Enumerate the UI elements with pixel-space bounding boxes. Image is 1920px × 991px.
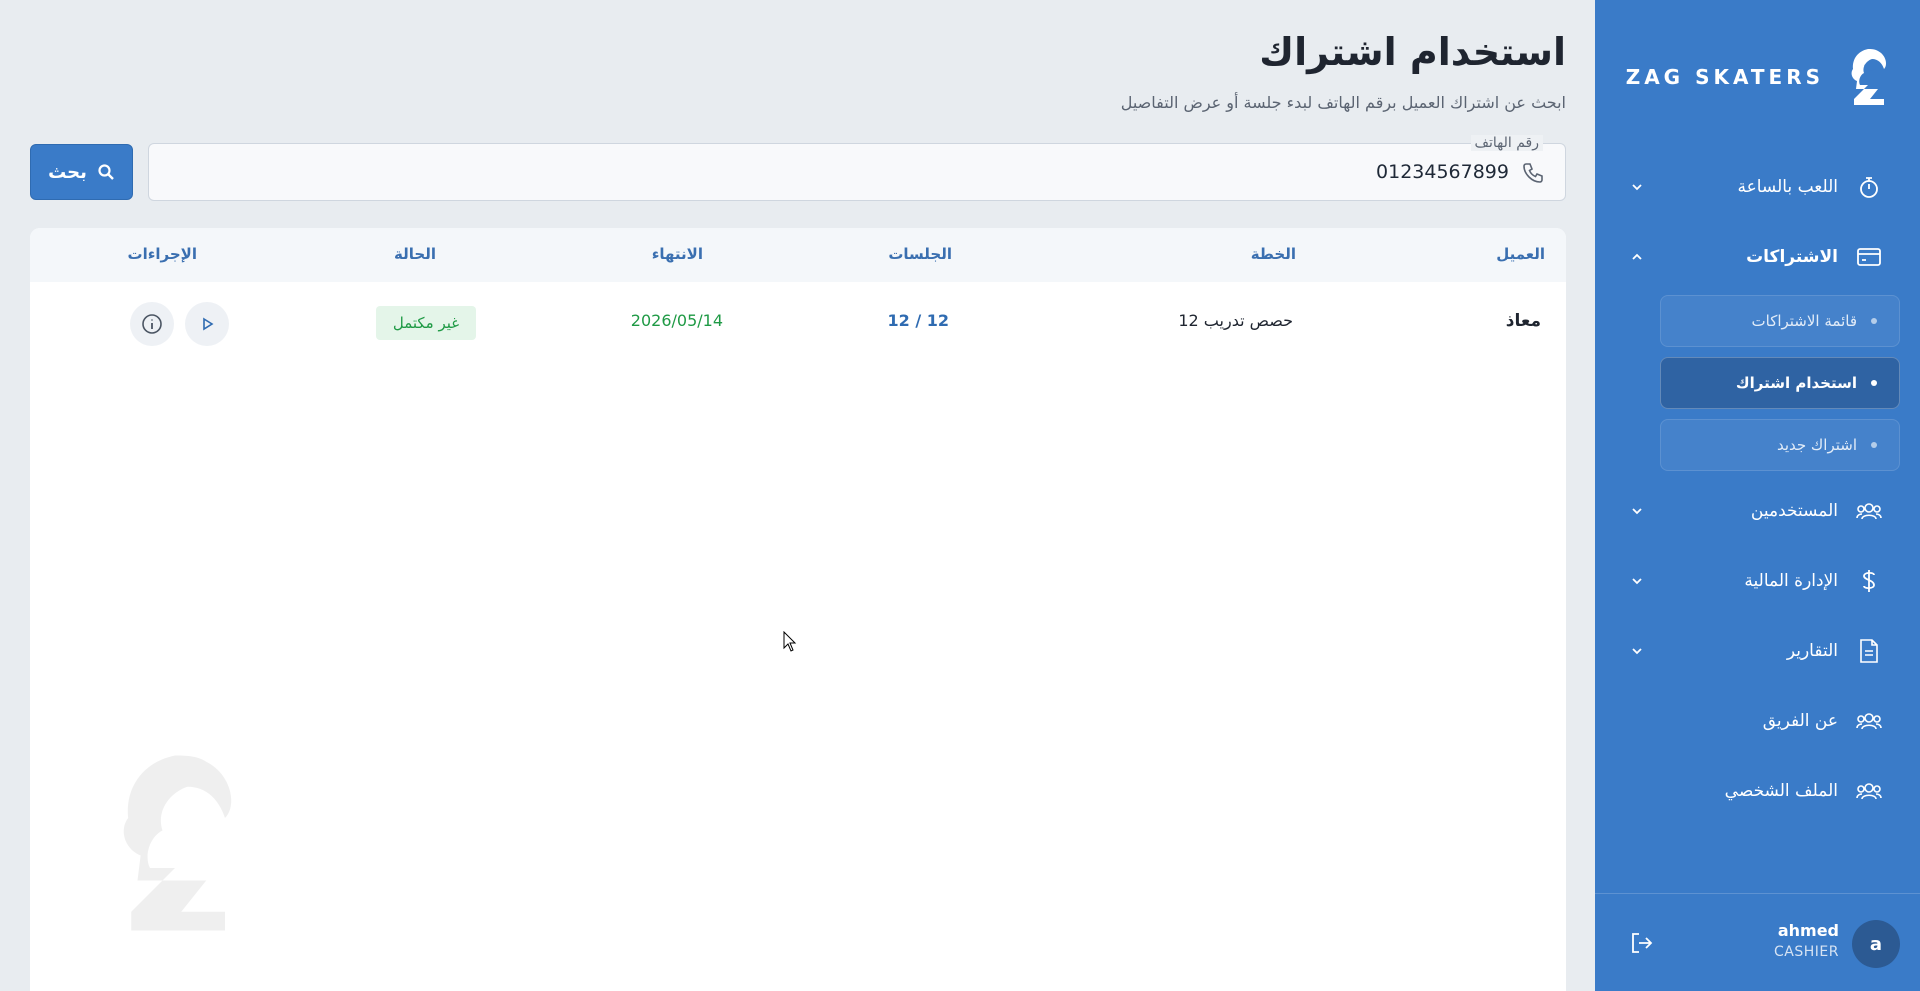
bullet-icon (1871, 442, 1877, 448)
phone-field-label: رقم الهاتف (1470, 135, 1543, 151)
column-header-sessions: الجلسات (888, 245, 952, 263)
sidebar-item-label: اللعب بالساعة (1737, 177, 1838, 197)
card-icon (1856, 244, 1882, 270)
sidebar-item-label: عن الفريق (1762, 711, 1838, 731)
sidebar-subitem-new-subscription[interactable]: اشتراك جديد (1660, 419, 1900, 471)
sidebar-subitem-subscriptions-list[interactable]: قائمة الاشتراكات (1660, 295, 1900, 347)
document-icon (1856, 638, 1882, 664)
sidebar-item-about-team[interactable]: عن الفريق (1627, 701, 1882, 741)
sidebar: ZAG SKATERS اللعب بالساعة الاشتراكات قائ… (1595, 0, 1920, 991)
search-icon (98, 164, 114, 180)
avatar[interactable]: a (1852, 920, 1900, 968)
column-header-plan: الخطة (1250, 245, 1296, 263)
sidebar-subitem-label: قائمة الاشتراكات (1751, 312, 1858, 330)
page-title: استخدام اشتراك (1259, 30, 1566, 74)
sidebar-item-label: الإدارة المالية (1744, 571, 1838, 591)
client-name: معاذ (1505, 311, 1541, 331)
sidebar-item-profile[interactable]: الملف الشخصي (1627, 771, 1882, 811)
status-badge: غير مكتمل (376, 306, 476, 340)
sidebar-item-label: المستخدمين (1750, 501, 1838, 521)
details-button[interactable] (130, 302, 174, 346)
chevron-down-icon (1627, 177, 1647, 197)
sessions-count: 12 / 12 (887, 311, 949, 330)
column-header-client: العميل (1496, 245, 1545, 263)
chevron-down-icon (1627, 571, 1647, 591)
chevron-up-icon (1627, 247, 1647, 267)
lion-logo-icon (1851, 49, 1886, 105)
users-icon (1856, 778, 1882, 804)
column-header-status: الحالة (394, 245, 436, 263)
sidebar-item-reports[interactable]: التقارير (1627, 631, 1882, 671)
plan-name: 12 حصص تدريب (1178, 311, 1293, 330)
page-subtitle: ابحث عن اشتراك العميل برقم الهاتف لبدء ج… (1120, 93, 1566, 112)
user-name: ahmed (1777, 921, 1839, 940)
sidebar-subitem-use-subscription[interactable]: استخدام اشتراك (1660, 357, 1900, 409)
chevron-down-icon (1627, 501, 1647, 521)
sidebar-item-label: التقارير (1786, 641, 1838, 661)
table-header: العميل الخطة الجلسات الانتهاء الحالة الإ… (30, 228, 1566, 282)
bullet-icon (1871, 380, 1877, 386)
bullet-icon (1871, 318, 1877, 324)
subscriptions-table: العميل الخطة الجلسات الانتهاء الحالة الإ… (30, 228, 1566, 991)
brand-logo[interactable]: ZAG SKATERS (1582, 42, 1892, 112)
sidebar-item-hourly-play[interactable]: اللعب بالساعة (1627, 167, 1882, 207)
phone-search-field[interactable]: رقم الهاتف (148, 135, 1566, 201)
sidebar-item-label: الملف الشخصي (1724, 781, 1838, 801)
start-session-button[interactable] (185, 302, 229, 346)
user-role: CASHIER (1774, 944, 1839, 960)
logout-icon[interactable] (1629, 930, 1655, 956)
column-header-actions: الإجراءات (127, 245, 197, 263)
play-icon (203, 317, 214, 331)
sidebar-item-finance[interactable]: الإدارة المالية (1627, 561, 1882, 601)
users-icon (1856, 498, 1882, 524)
phone-input[interactable] (609, 156, 1509, 188)
sidebar-item-users[interactable]: المستخدمين (1627, 491, 1882, 531)
phone-icon (1523, 163, 1543, 183)
users-icon (1856, 708, 1882, 734)
search-button-label: بحث (48, 161, 87, 183)
lion-watermark-icon (123, 755, 232, 931)
column-header-expiry: الانتهاء (651, 245, 703, 263)
user-panel: a ahmed CASHIER (1595, 893, 1920, 991)
chevron-down-icon (1627, 641, 1647, 661)
sidebar-subitem-label: اشتراك جديد (1776, 436, 1857, 454)
stopwatch-icon (1856, 174, 1882, 200)
sidebar-item-label: الاشتراكات (1746, 247, 1838, 267)
search-button[interactable]: بحث (30, 144, 133, 200)
brand-name: ZAG SKATERS (1625, 65, 1824, 89)
expiry-date: 2026/05/14 (630, 311, 723, 330)
mouse-cursor-icon (783, 631, 797, 652)
info-icon (142, 314, 162, 334)
sidebar-item-subscriptions[interactable]: الاشتراكات (1627, 237, 1882, 277)
dollar-icon (1856, 568, 1882, 594)
sidebar-subitem-label: استخدام اشتراك (1735, 374, 1857, 392)
